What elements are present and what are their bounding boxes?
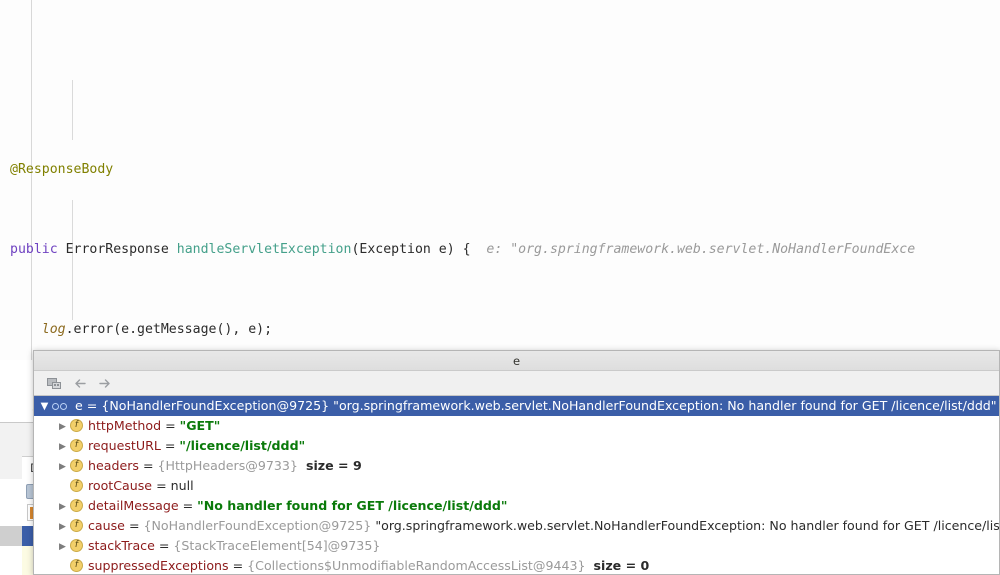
annotation-responsebody: @ResponseBody xyxy=(10,162,114,177)
variable-type: {NoHandlerFoundException@9725} xyxy=(143,518,372,533)
variable-type: {Collections$UnmodifiableRandomAccessLis… xyxy=(247,558,586,573)
inline-hint-e: e: "org.springframework.web.servlet.NoHa… xyxy=(486,242,916,257)
variable-value: "org.springframework.web.servlet.NoHandl… xyxy=(375,518,999,533)
gutter-divider xyxy=(31,0,32,360)
equals-sign: = xyxy=(124,518,144,533)
back-arrow-icon[interactable] xyxy=(72,375,90,392)
variable-value: "No handler found for GET /licence/list/… xyxy=(197,498,508,513)
field-icon: f xyxy=(69,459,84,472)
expand-triangle-icon[interactable]: ▶ xyxy=(56,457,69,477)
code-line-2[interactable]: public ErrorResponse handleServletExcept… xyxy=(0,240,1000,260)
expand-triangle-icon[interactable]: ▶ xyxy=(56,537,69,557)
tree-row-detailmessage[interactable]: ▶ f detailMessage = "No handler found for … xyxy=(34,496,999,516)
variable-name: cause xyxy=(88,518,125,533)
ide-window: @ResponseBody public ErrorResponse handl… xyxy=(0,0,1000,575)
variable-name: headers xyxy=(88,458,139,473)
variable-value: "/licence/list/ddd" xyxy=(179,438,306,453)
indent-guide xyxy=(72,80,73,140)
field-icon-letter: f xyxy=(74,520,79,530)
equals-sign: = xyxy=(82,398,102,413)
equals-sign: = xyxy=(138,458,158,473)
variable-name: suppressedExceptions xyxy=(88,558,229,573)
field-icon-letter: f xyxy=(74,420,79,430)
expand-triangle-icon[interactable]: ▶ xyxy=(56,497,69,517)
variable-name: e xyxy=(75,398,83,413)
tree-row-suppressedexceptions[interactable]: ▶ f suppressedExceptions = {Collections$Un… xyxy=(34,556,999,574)
variable-name: stackTrace xyxy=(88,538,155,553)
code-line-3[interactable]: log.error(e.getMessage(), e); xyxy=(0,320,1000,340)
expand-triangle-icon[interactable]: ▼ xyxy=(38,397,51,417)
popup-title: e xyxy=(34,351,999,371)
field-icon: f xyxy=(69,499,84,512)
field-icon: f xyxy=(69,419,84,432)
variable-inspect-popup[interactable]: e ▼ e = {NoHandlerFoundException@9725} "… xyxy=(33,350,1000,575)
tree-row-requesturl[interactable]: ▶ f requestURL = "/licence/list/ddd" xyxy=(34,436,999,456)
tree-row-cause[interactable]: ▶ f cause = {NoHandlerFoundException@9725}… xyxy=(34,516,999,536)
equals-sign: = xyxy=(152,478,171,493)
field-icon-letter: f xyxy=(74,540,79,550)
expand-triangle-icon: ▶ xyxy=(56,557,69,575)
object-reference-icon xyxy=(51,399,71,412)
expand-triangle-icon[interactable]: ▶ xyxy=(56,437,69,457)
frames-icon[interactable] xyxy=(46,375,64,392)
equals-sign: = xyxy=(228,558,248,573)
tree-row-stacktrace[interactable]: ▶ f stackTrace = {StackTraceElement[54]@97… xyxy=(34,536,999,556)
variable-value: null xyxy=(170,478,194,493)
field-icon: f xyxy=(69,439,84,452)
variable-type: {HttpHeaders@9733} xyxy=(157,458,298,473)
bg-row-gutter xyxy=(0,526,22,546)
variable-name: httpMethod xyxy=(88,418,162,433)
code-editor[interactable]: @ResponseBody public ErrorResponse handl… xyxy=(0,0,1000,360)
variable-type: {NoHandlerFoundException@9725} xyxy=(101,398,330,413)
tree-row-headers[interactable]: ▶ f headers = {HttpHeaders@9733} size = 9 xyxy=(34,456,999,476)
tree-row-httpmethod[interactable]: ▶ f httpMethod = "GET" xyxy=(34,416,999,436)
variable-size: size = 0 xyxy=(593,558,650,573)
equals-sign: = xyxy=(160,438,180,453)
equals-sign: = xyxy=(154,538,174,553)
variable-value: "org.springframework.web.servlet.NoHandl… xyxy=(333,398,997,413)
expand-triangle-icon[interactable]: ▶ xyxy=(56,417,69,437)
code-line-1[interactable]: @ResponseBody xyxy=(0,160,1000,180)
tree-row-root[interactable]: ▼ e = {NoHandlerFoundException@9725} "org… xyxy=(34,396,999,416)
variable-value: "GET" xyxy=(179,418,221,433)
equals-sign: = xyxy=(161,418,180,433)
field-icon-letter: f xyxy=(74,500,79,510)
variables-tree[interactable]: ▼ e = {NoHandlerFoundException@9725} "org… xyxy=(34,396,999,574)
equals-sign: = xyxy=(178,498,198,513)
variable-type: {StackTraceElement[54]@9735} xyxy=(173,538,381,553)
variable-size: size = 9 xyxy=(305,458,362,473)
field-icon: f xyxy=(69,479,84,492)
field-icon-letter: f xyxy=(74,460,79,470)
expand-triangle-icon: ▶ xyxy=(56,477,69,497)
field-icon: f xyxy=(69,559,84,572)
field-icon-letter: f xyxy=(74,560,79,570)
indent-guide xyxy=(72,200,73,320)
variable-name: detailMessage xyxy=(88,498,179,513)
variable-name: rootCause xyxy=(88,478,153,493)
field-icon: f xyxy=(69,519,84,532)
tree-row-rootcause[interactable]: ▶ f rootCause = null xyxy=(34,476,999,496)
field-icon-letter: f xyxy=(74,480,79,490)
variable-name: requestURL xyxy=(88,438,161,453)
popup-toolbar[interactable] xyxy=(34,371,999,396)
field-icon: f xyxy=(69,539,84,552)
expand-triangle-icon[interactable]: ▶ xyxy=(56,517,69,537)
forward-arrow-icon[interactable] xyxy=(96,375,114,392)
field-icon-letter: f xyxy=(74,440,79,450)
